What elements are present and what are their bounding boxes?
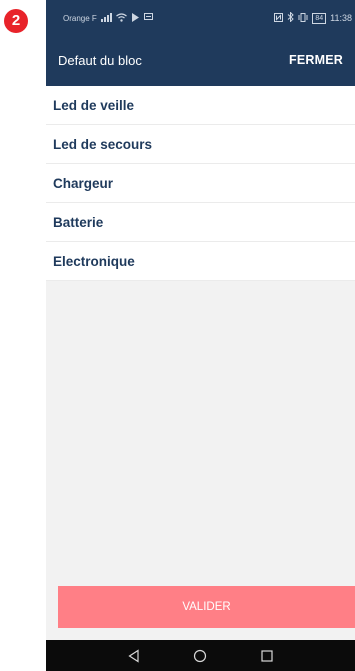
status-bar: Orange F 84 11:38 [46,0,355,38]
recents-icon[interactable] [257,646,277,666]
back-icon[interactable] [124,646,144,666]
vibrate-icon [298,12,308,24]
play-store-icon [131,13,140,24]
wifi-icon [115,13,127,24]
defect-item-chargeur[interactable]: Chargeur [46,164,355,203]
carrier-name: Orange F [63,14,97,23]
defect-item-electronique[interactable]: Electronique [46,242,355,281]
bluetooth-icon [287,11,295,24]
defect-item-led-secours[interactable]: Led de secours [46,125,355,164]
phone-screen: Orange F 84 11:38 Defaut du bloc FERMER … [46,0,355,671]
status-bar-left: Orange F [63,13,153,24]
home-icon[interactable] [190,646,210,666]
message-icon [143,13,153,24]
app-bar: Defaut du bloc FERMER [46,38,355,86]
system-nav-bar [46,640,355,671]
defect-list: Led de veille Led de secours Chargeur Ba… [46,86,355,281]
status-bar-right: 84 11:38 [274,11,352,24]
battery-icon: 84 [312,12,327,24]
step-number-badge: 2 [4,9,28,33]
validate-button[interactable]: VALIDER [58,586,355,628]
close-button[interactable]: FERMER [289,53,343,67]
defect-item-batterie[interactable]: Batterie [46,203,355,242]
page-title: Defaut du bloc [58,53,142,68]
defect-item-led-veille[interactable]: Led de veille [46,86,355,125]
signal-icon [100,13,112,24]
nfc-icon [274,12,284,24]
clock: 11:38 [330,13,352,23]
